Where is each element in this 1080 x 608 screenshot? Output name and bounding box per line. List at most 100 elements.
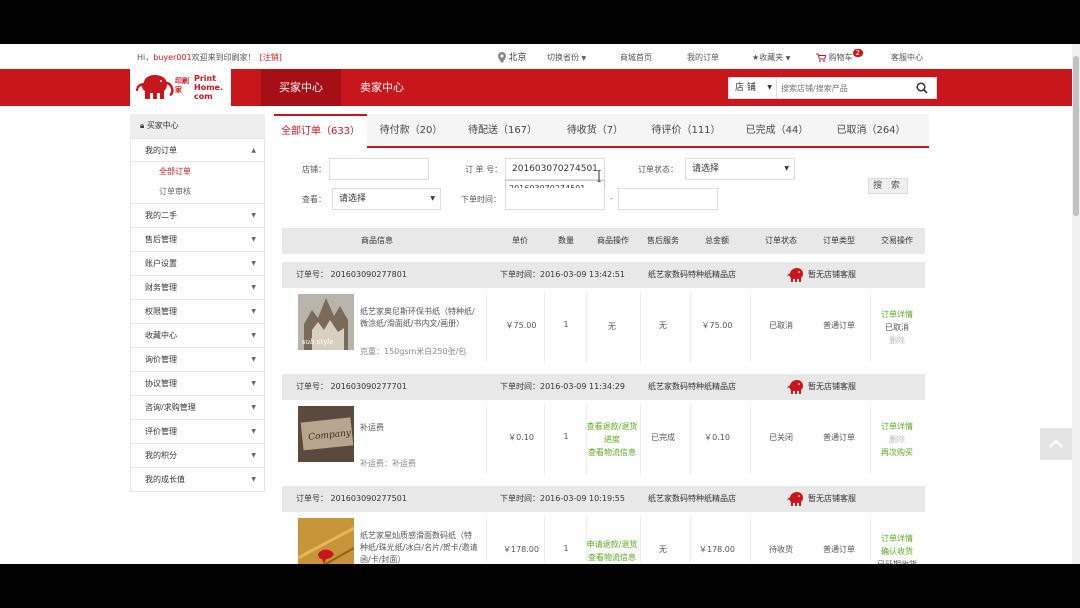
sidebar-item[interactable]: 询价管理 ▼ xyxy=(130,348,265,372)
trade-actions: 订单详情 已取消 删除 xyxy=(872,308,922,347)
divider xyxy=(750,404,751,474)
location-pin-icon xyxy=(498,52,506,63)
sidebar-item[interactable]: 协议管理 ▼ xyxy=(130,372,265,396)
search-scope-select[interactable]: 店 铺 ▼ xyxy=(729,78,777,98)
city-selector[interactable]: 北京 xyxy=(498,50,527,63)
site-logo[interactable]: 印刷家 Print Home. com xyxy=(130,69,231,106)
sidebar-item[interactable]: 收藏中心 ▼ xyxy=(130,324,265,348)
trade-action-link[interactable]: 删除 xyxy=(872,334,922,347)
tab-seller-center[interactable]: 卖家中心 xyxy=(342,69,422,106)
after-sale-status: 无 xyxy=(659,321,667,330)
logo-en-top: Print xyxy=(194,74,217,83)
switch-province-menu[interactable]: 切换省份 ▼ xyxy=(547,52,586,63)
main-header: 印刷家 Print Home. com 买家中心 卖家中心 店 铺 ▼ xyxy=(0,69,1080,106)
sidebar-item[interactable]: 售后管理 ▼ xyxy=(130,228,265,252)
order-time: 下单时间：2016-03-09 11:34:29 xyxy=(500,382,625,391)
city-label: 北京 xyxy=(508,53,527,63)
store-name-link[interactable]: 纸艺家数码特种纸精品店 xyxy=(648,262,736,288)
search-button[interactable]: 搜 索 xyxy=(868,178,908,194)
trade-action-link[interactable]: 再次购买 xyxy=(872,446,922,459)
customer-service-icon[interactable] xyxy=(787,266,805,284)
my-orders-link[interactable]: 我的订单 xyxy=(687,52,719,63)
search-icon[interactable] xyxy=(916,82,928,94)
tab-completed[interactable]: 已完成（44） xyxy=(732,114,822,148)
cart-link[interactable]: 购物车 2 xyxy=(816,49,864,63)
sidebar-item-label: 我的订单 xyxy=(145,146,177,155)
order-no-input[interactable]: 201603070274501 xyxy=(505,158,605,180)
after-sale-status: 无 xyxy=(659,545,667,554)
chevron-down-icon: ▼ xyxy=(251,404,256,411)
sidebar-sub-all-orders[interactable]: 全部订单 xyxy=(130,162,265,182)
order-header: 订单号： 201603090277701 下单时间：2016-03-09 11:3… xyxy=(282,374,925,400)
page-scrollbar[interactable] xyxy=(1072,44,1080,564)
search-input[interactable] xyxy=(781,80,906,96)
order-block: 订单号： 201603090277801 下单时间：2016-03-09 13:4… xyxy=(282,262,925,366)
tab-buyer-center[interactable]: 买家中心 xyxy=(261,69,341,106)
customer-service-icon[interactable] xyxy=(787,378,805,396)
trade-action-link[interactable]: 订单详情 xyxy=(872,420,922,433)
tab-pending-review[interactable]: 待评价（111） xyxy=(640,114,732,148)
view-select[interactable]: 请选择 ▼ xyxy=(332,188,441,210)
product-name-link[interactable]: 纸艺家奥尼斯环保书纸（特种纸/微涂纸/滑面纸/书内文/画册） xyxy=(360,306,478,330)
sidebar-item[interactable]: 我的积分 ▼ xyxy=(130,444,265,468)
greet-prefix: Hi， xyxy=(137,53,154,62)
trade-action-link[interactable]: 确认收货 xyxy=(872,545,922,558)
tab-pending-receipt[interactable]: 待收货（7） xyxy=(550,114,640,148)
service-center-link[interactable]: 客服中心 xyxy=(891,52,923,63)
tab-pending-delivery[interactable]: 待配送（167） xyxy=(455,114,550,148)
sidebar-item[interactable]: 我的成长值 ▼ xyxy=(130,468,265,492)
logo-en-text: Print Home. com xyxy=(194,74,223,101)
tab-all-orders[interactable]: 全部订单（633） xyxy=(274,114,367,148)
tab-cancelled[interactable]: 已取消（264） xyxy=(822,114,920,148)
chevron-up-icon: ▲ xyxy=(251,147,256,154)
start-date-input[interactable] xyxy=(505,188,605,210)
store-input[interactable] xyxy=(329,158,429,180)
goods-operation-link[interactable]: 查看物流信息 xyxy=(584,446,640,459)
sidebar-item-my-orders[interactable]: 我的订单 ▲ xyxy=(130,138,265,162)
scrollbar-thumb[interactable] xyxy=(1073,56,1079,216)
product-name-link[interactable]: 纸艺家星灿质感滑面数码纸（特种纸/珠光纸/冰白/名片/贺卡/邀请函/卡/封面） xyxy=(360,530,478,564)
product-name-link[interactable]: 补运费 xyxy=(360,422,478,434)
sidebar-item[interactable]: 财务管理 ▼ xyxy=(130,276,265,300)
sidebar-item[interactable]: 权限管理 ▼ xyxy=(130,300,265,324)
goods-operation-link[interactable]: 查看退款/退货 xyxy=(584,420,640,433)
store-name-link[interactable]: 纸艺家数码特种纸精品店 xyxy=(648,486,736,512)
orders-table: 商品信息 单价 数量 商品操作 售后服务 总金额 订单状态 订单类型 交易操作 … xyxy=(274,228,929,564)
product-thumbnail[interactable]: sub style xyxy=(298,294,354,350)
store-name-link[interactable]: 纸艺家数码特种纸精品店 xyxy=(648,374,736,400)
goods-operation-link[interactable]: 进度 xyxy=(584,433,640,446)
sidebar-title: 🔒︎ 买家中心 xyxy=(130,114,265,138)
goods-operation-link[interactable]: 查看物流信息 xyxy=(584,551,640,564)
divider xyxy=(544,516,545,564)
product-thumbnail[interactable] xyxy=(298,518,354,564)
divider xyxy=(690,292,691,362)
divider xyxy=(690,516,691,564)
after-sale-status: 已完成 xyxy=(651,433,675,442)
sidebar-item[interactable]: 咨询/求购管理 ▼ xyxy=(130,396,265,420)
mall-home-link[interactable]: 商城首页 xyxy=(620,52,652,63)
trade-action-link[interactable]: 订单详情 xyxy=(872,308,922,321)
sidebar-item[interactable]: 我的二手 ▼ xyxy=(130,204,265,228)
divider xyxy=(870,404,871,474)
username-link[interactable]: buyer001 xyxy=(153,53,191,62)
goods-operation-link[interactable]: 申请退款/退货 xyxy=(584,538,640,551)
date-separator: - xyxy=(610,194,613,203)
sidebar-item[interactable]: 账户设置 ▼ xyxy=(130,252,265,276)
tab-pending-payment[interactable]: 待付款（20） xyxy=(367,114,455,148)
back-to-top-button[interactable] xyxy=(1040,428,1072,460)
product-thumbnail[interactable]: Company xyxy=(298,406,354,462)
favorites-menu[interactable]: ★收藏夹 ▼ xyxy=(752,52,790,63)
trade-action-link[interactable]: 订单详情 xyxy=(872,532,922,545)
sidebar-title-label: 买家中心 xyxy=(146,121,179,130)
chevron-down-icon: ▼ xyxy=(251,476,256,483)
order-status: 已关闭 xyxy=(769,433,793,442)
order-time: 下单时间：2016-03-09 10:19:55 xyxy=(500,494,625,503)
sidebar-sub-order-review[interactable]: 订单审核 xyxy=(130,182,265,204)
status-select[interactable]: 请选择 ▼ xyxy=(685,158,795,180)
app-window: Hi，buyer001欢迎来到印刷家！ [注销] 北京 切换省份 ▼ 商城首页 我… xyxy=(0,44,1080,564)
end-date-input[interactable] xyxy=(618,188,718,210)
trade-action-link[interactable]: 删除 xyxy=(872,433,922,446)
customer-service-icon[interactable] xyxy=(787,490,805,508)
logout-link[interactable]: [注销] xyxy=(260,53,282,62)
sidebar-item[interactable]: 评价管理 ▼ xyxy=(130,420,265,444)
